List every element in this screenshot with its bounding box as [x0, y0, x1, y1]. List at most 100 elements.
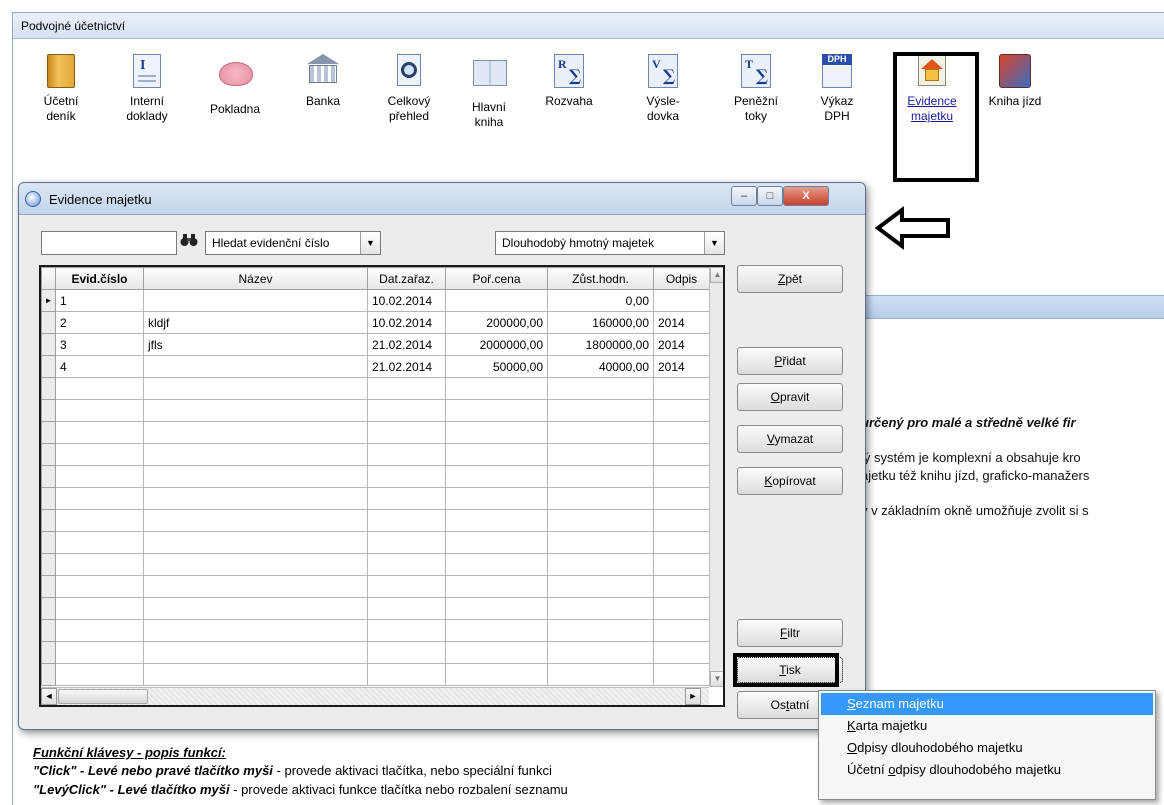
table-row[interactable]: 3 jfls 21.02.2014 2000000,00 1800000,00 …: [41, 333, 710, 356]
pridat-button[interactable]: Přidat: [737, 347, 843, 375]
empty-cell: [445, 399, 548, 422]
empty-grid-row: [41, 553, 710, 576]
grid-horizontal-scrollbar[interactable]: ◄ ►: [41, 687, 709, 705]
cell-zust[interactable]: 0,00: [547, 289, 654, 312]
table-row[interactable]: ► 1 10.02.2014 0,00: [41, 289, 710, 312]
asset-category-select[interactable]: Dlouhodobý hmotný majetek ▼: [495, 231, 725, 255]
cell-evid[interactable]: 4: [55, 355, 144, 378]
cell-evid[interactable]: 3: [55, 333, 144, 356]
column-header-zust-hodn[interactable]: Zůst.hodn.: [547, 267, 654, 290]
menu-item-seznam-majetku[interactable]: Seznam majetku: [821, 693, 1153, 715]
app-title-bar: Podvojné účetnictví: [13, 13, 1164, 39]
toolbar-interni-doklady[interactable]: I Interní doklady: [119, 54, 175, 124]
menu-item-karta-majetku[interactable]: Karta majetku: [821, 715, 1153, 737]
evidence-majetku-dialog: Evidence majetku – □ X Hledat evidenční …: [18, 182, 866, 730]
toolbar-evidence-majetku[interactable]: Evidence majetku: [897, 54, 967, 124]
dialog-title-bar[interactable]: Evidence majetku – □ X: [19, 183, 865, 215]
empty-cell: [41, 509, 56, 532]
grid-header-row: Evid.číslo Název Dat.zařaz. Poř.cena Zůs…: [41, 267, 710, 290]
toolbar-banka[interactable]: Banka: [299, 54, 347, 109]
empty-cell: [547, 531, 654, 554]
menu-item-odpisy-dlouhodobeho-majetku[interactable]: Odpisy dlouhodobého majetku: [821, 737, 1153, 759]
empty-cell: [143, 663, 368, 686]
empty-cell: [653, 377, 710, 400]
cell-cena[interactable]: 2000000,00: [445, 333, 548, 356]
maximize-button[interactable]: □: [757, 186, 783, 206]
scroll-right-icon[interactable]: ►: [685, 688, 701, 705]
search-mode-select[interactable]: Hledat evidenční číslo ▼: [205, 231, 381, 255]
cell-odpis[interactable]: [653, 289, 710, 312]
tisk-button[interactable]: Tisk: [737, 657, 843, 683]
filtr-button[interactable]: Filtr: [737, 619, 843, 647]
cell-zust[interactable]: 40000,00: [547, 355, 654, 378]
kopirovat-button[interactable]: Kopírovat: [737, 467, 843, 495]
empty-cell: [547, 421, 654, 444]
cell-zust[interactable]: 160000,00: [547, 311, 654, 334]
search-input[interactable]: [41, 231, 177, 255]
cell-odpis[interactable]: 2014: [653, 355, 710, 378]
empty-cell: [547, 377, 654, 400]
empty-cell: [143, 399, 368, 422]
table-row[interactable]: 4 21.02.2014 50000,00 40000,00 2014: [41, 355, 710, 378]
cell-zust[interactable]: 1800000,00: [547, 333, 654, 356]
toolbar-vykaz-dph[interactable]: DPH Výkaz DPH: [813, 54, 861, 124]
toolbar-pokladna[interactable]: Pokladna: [203, 54, 267, 117]
cell-evid[interactable]: 2: [55, 311, 144, 334]
cell-datum[interactable]: 10.02.2014: [367, 289, 446, 312]
logbook-road-icon: [999, 54, 1031, 88]
empty-cell: [367, 399, 446, 422]
cell-nazev[interactable]: [143, 355, 368, 378]
vat-report-icon: DPH: [821, 54, 853, 88]
opravit-button[interactable]: Opravit: [737, 383, 843, 411]
cash-flow-icon: T ∑: [740, 54, 772, 88]
table-row[interactable]: 2 kldjf 10.02.2014 200000,00 160000,00 2…: [41, 311, 710, 334]
empty-cell: [143, 531, 368, 554]
grid-vertical-scrollbar[interactable]: ▲ ▼: [709, 267, 723, 687]
cell-datum[interactable]: 21.02.2014: [367, 355, 446, 378]
empty-grid-row: [41, 575, 710, 598]
empty-cell: [367, 531, 446, 554]
column-header-odpis[interactable]: Odpis: [653, 267, 710, 290]
intro-text-line-1: lý systém je komplexní a obsahuje kro: [861, 450, 1081, 465]
cell-nazev[interactable]: kldjf: [143, 311, 368, 334]
cell-cena[interactable]: 50000,00: [445, 355, 548, 378]
toolbar-celkovy-prehled[interactable]: Celkový přehled: [379, 54, 439, 124]
scroll-up-icon[interactable]: ▲: [710, 267, 723, 283]
cell-datum[interactable]: 21.02.2014: [367, 333, 446, 356]
cell-nazev[interactable]: jfls: [143, 333, 368, 356]
cell-odpis[interactable]: 2014: [653, 311, 710, 334]
zpet-button[interactable]: Zpět: [737, 265, 843, 293]
minimize-button[interactable]: –: [731, 186, 757, 206]
cell-evid[interactable]: 1: [55, 289, 144, 312]
cell-odpis[interactable]: 2014: [653, 333, 710, 356]
scroll-down-icon[interactable]: ▼: [710, 671, 723, 687]
scroll-thumb[interactable]: [58, 689, 148, 704]
cell-cena[interactable]: [445, 289, 548, 312]
toolbar-rozvaha[interactable]: R ∑ Rozvaha: [539, 54, 599, 109]
column-header-dat-zaraz[interactable]: Dat.zařaz.: [367, 267, 446, 290]
cell-nazev[interactable]: [143, 289, 368, 312]
asset-grid[interactable]: Evid.číslo Název Dat.zařaz. Poř.cena Zůs…: [39, 265, 725, 707]
ledger-book-icon: [45, 54, 77, 88]
cell-cena[interactable]: 200000,00: [445, 311, 548, 334]
toolbar-kniha-jizd[interactable]: Kniha jízd: [977, 54, 1053, 109]
toolbar-ucetni-denik[interactable]: Účetní deník: [37, 54, 85, 124]
toolbar-penezni-toky[interactable]: T ∑ Peněžní toky: [725, 54, 787, 124]
empty-cell: [367, 465, 446, 488]
empty-grid-row: [41, 465, 710, 488]
column-header-nazev[interactable]: Název: [143, 267, 368, 290]
vymazat-button[interactable]: Vymazat: [737, 425, 843, 453]
cell-datum[interactable]: 10.02.2014: [367, 311, 446, 334]
close-button[interactable]: X: [783, 186, 829, 206]
column-header-evid-cislo[interactable]: Evid.číslo: [55, 267, 144, 290]
binoculars-icon[interactable]: [179, 233, 199, 253]
empty-cell: [445, 663, 548, 686]
menu-item-ucetni-odpisy[interactable]: Účetní odpisy dlouhodobého majetku: [821, 759, 1153, 781]
column-header-por-cena[interactable]: Poř.cena: [445, 267, 548, 290]
toolbar-vysledovka[interactable]: V ∑ Výsle- dovka: [637, 54, 689, 124]
empty-grid-row: [41, 619, 710, 642]
empty-cell: [55, 641, 144, 664]
empty-cell: [547, 575, 654, 598]
toolbar-hlavni-kniha[interactable]: Hlavní kniha: [465, 54, 513, 130]
scroll-left-icon[interactable]: ◄: [41, 688, 57, 705]
